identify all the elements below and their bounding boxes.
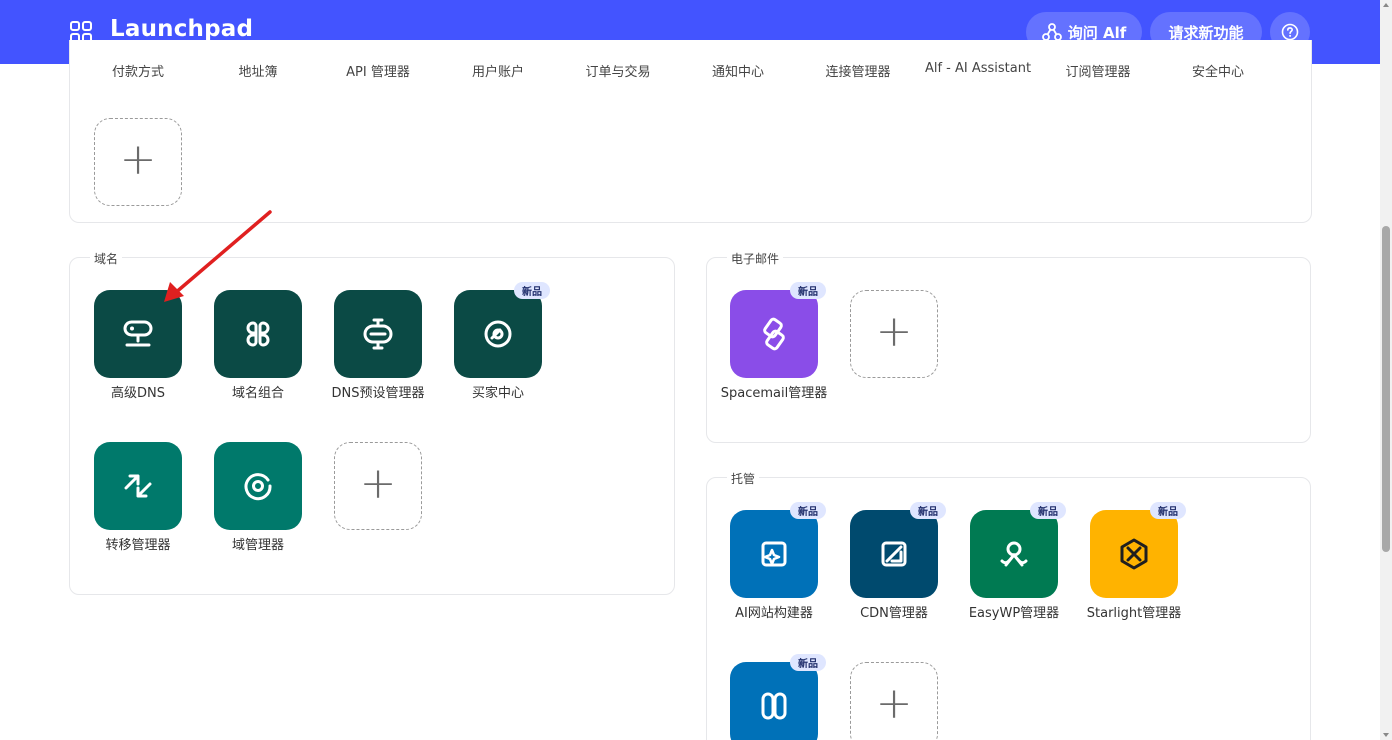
dns-preset-label: DNS预设管理器 <box>331 386 425 401</box>
buyer-center-tile[interactable] <box>454 290 542 378</box>
top-item-label[interactable]: 连接管理器 <box>798 61 918 80</box>
new-badge: 新品 <box>1030 502 1066 519</box>
app-title: Launchpad <box>110 16 254 42</box>
easywp-manager-tile[interactable] <box>970 510 1058 598</box>
ai-site-builder-tile[interactable] <box>730 510 818 598</box>
top-item-label[interactable]: 订单与交易 <box>558 61 678 80</box>
plus-icon: + <box>119 134 157 185</box>
dns-icon <box>123 320 153 347</box>
add-email-app-button[interactable]: + <box>850 290 938 378</box>
advanced-dns-tile[interactable] <box>94 290 182 378</box>
new-badge: 新品 <box>1150 502 1186 519</box>
dns-preset-tile[interactable] <box>334 290 422 378</box>
cdn-manager-tile[interactable] <box>850 510 938 598</box>
starlight-manager-tile[interactable] <box>1090 510 1178 598</box>
transfer-icon <box>124 474 152 498</box>
domain-manager-icon <box>244 473 272 501</box>
top-item-label[interactable]: 订阅管理器 <box>1038 61 1158 80</box>
domain-portfolio-label: 域名组合 <box>231 386 284 401</box>
easywp-manager-label: EasyWP管理器 <box>968 606 1060 621</box>
plus-icon: + <box>359 458 397 509</box>
easywp-icon <box>1000 541 1028 567</box>
advanced-dns-label: 高级DNS <box>111 386 165 401</box>
add-app-button[interactable]: + <box>94 118 182 206</box>
starlight-manager-label: Starlight管理器 <box>1086 606 1182 621</box>
scroll-thumb[interactable] <box>1382 226 1390 552</box>
cdn-manager-label: CDN管理器 <box>860 606 928 621</box>
transfer-manager-tile[interactable] <box>94 442 182 530</box>
new-badge: 新品 <box>790 282 826 299</box>
top-item-label[interactable]: 用户账户 <box>438 61 558 80</box>
spacemail-icon <box>763 317 785 351</box>
new-badge: 新品 <box>790 654 826 671</box>
buyer-icon <box>484 320 512 348</box>
top-item-label[interactable]: API 管理器 <box>318 61 438 80</box>
new-badge: 新品 <box>910 502 946 519</box>
cdn-icon <box>881 541 907 567</box>
buyer-center-label: 买家中心 <box>471 386 524 401</box>
plus-icon: + <box>875 306 913 357</box>
new-badge: 新品 <box>514 282 550 299</box>
scroll-down-icon[interactable] <box>1383 733 1389 737</box>
domain-manager-tile[interactable] <box>214 442 302 530</box>
email-section-title: 电子邮件 <box>727 250 784 267</box>
domain-section-title: 域名 <box>90 250 123 267</box>
top-item-label[interactable]: 付款方式 <box>78 61 198 80</box>
spacemail-manager-tile[interactable] <box>730 290 818 378</box>
domain-portfolio-tile[interactable] <box>214 290 302 378</box>
spacemail-manager-label: Spacemail管理器 <box>720 386 828 401</box>
new-badge: 新品 <box>790 502 826 519</box>
domain-manager-label: 域管理器 <box>231 538 284 553</box>
ai-site-builder-label: AI网站构建器 <box>735 606 813 621</box>
preset-icon <box>363 318 393 350</box>
add-hosting-app-button[interactable]: + <box>850 662 938 740</box>
starlight-icon <box>1120 538 1148 570</box>
hosting-section-title: 托管 <box>727 470 760 487</box>
hosting-app-tile[interactable] <box>730 662 818 740</box>
top-item-label[interactable]: 安全中心 <box>1158 61 1278 80</box>
top-item-label[interactable]: 地址簿 <box>198 61 318 80</box>
hosting-icon <box>761 692 787 720</box>
vertical-scrollbar[interactable] <box>1380 0 1392 740</box>
ai-builder-icon <box>761 541 787 567</box>
transfer-manager-label: 转移管理器 <box>105 538 171 553</box>
top-item-label[interactable]: 通知中心 <box>678 61 798 80</box>
scroll-up-icon[interactable] <box>1383 3 1389 7</box>
top-item-label[interactable]: Alf - AI Assistant <box>918 61 1038 76</box>
help-icon <box>1281 23 1299 41</box>
add-domain-app-button[interactable]: + <box>334 442 422 530</box>
plus-icon: + <box>875 678 913 729</box>
portfolio-icon <box>246 321 270 347</box>
alf-icon <box>1041 23 1062 41</box>
